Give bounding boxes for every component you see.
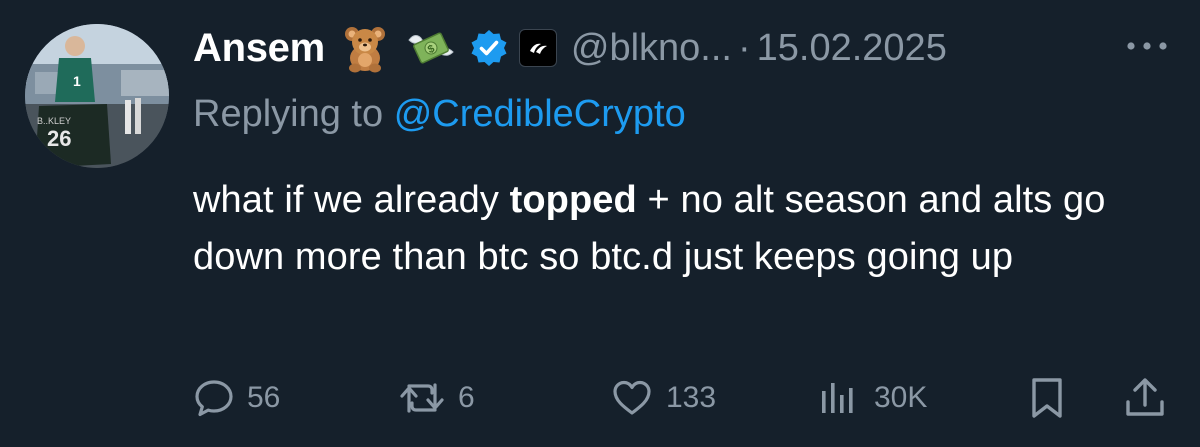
reply-icon <box>195 380 233 417</box>
tweet: 1 26 B..KLEY Ansem $ @blkno... · 15.02.2… <box>0 0 1200 447</box>
svg-text:1: 1 <box>73 73 81 89</box>
views-count: 30K <box>874 381 928 414</box>
tweet-header: Ansem $ @blkno... · 15.02.2025 <box>193 18 947 78</box>
repost-icon <box>400 383 444 413</box>
replying-to: Replying to @CredibleCrypto <box>193 93 686 136</box>
reply-count: 56 <box>247 381 281 414</box>
tweet-date[interactable]: 15.02.2025 <box>757 27 947 70</box>
repost-button[interactable]: 6 <box>398 370 475 426</box>
avatar[interactable]: 1 26 B..KLEY <box>25 24 169 168</box>
bookmark-icon <box>1032 378 1062 418</box>
teddy-bear-icon <box>339 22 391 74</box>
heart-icon <box>613 380 651 415</box>
tweet-text: what if we already topped + no alt seaso… <box>193 172 1173 286</box>
verified-badge-icon[interactable] <box>469 28 509 68</box>
share-icon <box>1126 378 1164 416</box>
profile-photo-icon: 1 26 B..KLEY <box>25 24 169 168</box>
share-button[interactable] <box>1122 370 1168 426</box>
more-options-icon[interactable] <box>1124 36 1170 56</box>
author-name[interactable]: Ansem <box>193 26 325 71</box>
reply-mention-link[interactable]: @CredibleCrypto <box>394 93 686 135</box>
tweet-text-start: what if we already <box>193 179 510 221</box>
svg-text:B..KLEY: B..KLEY <box>37 116 71 126</box>
bookmark-button[interactable] <box>1026 370 1068 426</box>
replying-to-label: Replying to <box>193 93 384 135</box>
like-button[interactable]: 133 <box>610 370 716 426</box>
affiliate-logo-icon[interactable] <box>518 29 557 67</box>
repost-count: 6 <box>458 381 475 414</box>
tweet-text-bold: topped <box>509 179 637 221</box>
svg-text:26: 26 <box>47 126 71 151</box>
views-button[interactable]: 30K <box>818 370 927 426</box>
like-count: 133 <box>666 381 717 414</box>
header-separator: · <box>737 26 751 69</box>
reply-button[interactable]: 56 <box>193 370 280 426</box>
action-bar: 56 6 133 30K <box>0 370 1200 426</box>
views-chart-icon <box>822 383 853 413</box>
author-handle[interactable]: @blkno... <box>571 27 732 70</box>
money-with-wings-icon: $ <box>405 22 457 74</box>
